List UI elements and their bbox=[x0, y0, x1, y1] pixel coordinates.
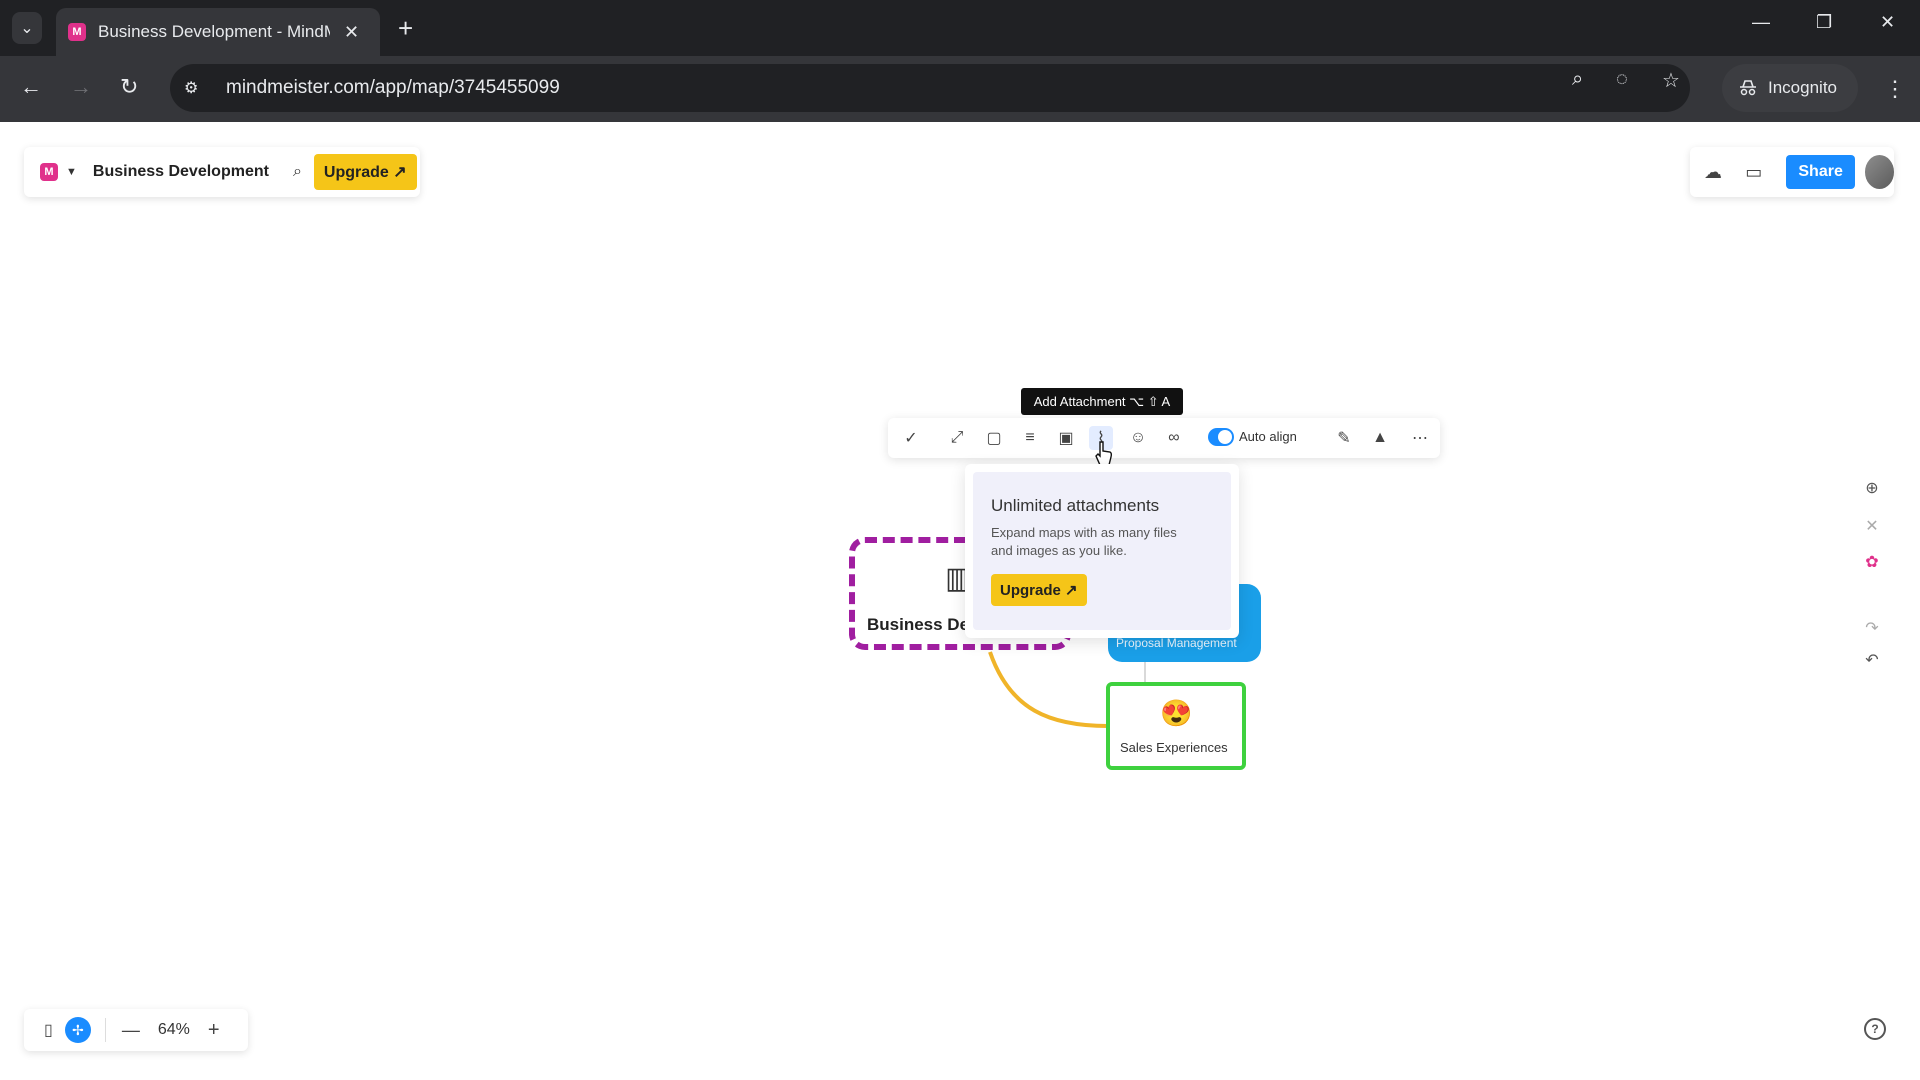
task-check-icon[interactable]: ✓ bbox=[899, 426, 923, 450]
mindmap-view-icon[interactable]: ✢ bbox=[64, 1017, 91, 1043]
sales-experiences-label: Sales Experiences bbox=[1120, 740, 1228, 755]
divider bbox=[104, 1018, 106, 1042]
theme-colors-icon[interactable]: ✿ bbox=[1862, 552, 1882, 572]
sales-experiences-node[interactable]: 😍 Sales Experiences bbox=[1106, 682, 1246, 770]
redo-icon[interactable]: ↷ bbox=[1862, 618, 1882, 638]
popover-description: Expand maps with as many files and image… bbox=[991, 525, 1177, 558]
add-attachment-tooltip: Add Attachment ⌥ ⇧ A bbox=[1021, 388, 1183, 415]
image-icon[interactable]: ▣ bbox=[1054, 426, 1078, 450]
node-toolbar: ✓ ⤢ ▢ ≡ ▣ ⌇ ☺ ∞ Auto align ✎ ▲ ⋯ bbox=[888, 418, 1440, 458]
comment-icon[interactable]: ▢ bbox=[982, 426, 1006, 450]
fit-screen-icon[interactable]: ✕ bbox=[1862, 516, 1882, 536]
heart-eyes-emoji-icon: 😍 bbox=[1160, 698, 1193, 728]
unlimited-attachments-popover: Unlimited attachments Expand maps with a… bbox=[965, 464, 1239, 638]
connect-icon[interactable]: ⤢ bbox=[945, 426, 969, 450]
auto-align-label: Auto align bbox=[1239, 429, 1297, 444]
zoom-level[interactable]: 64% bbox=[158, 1021, 190, 1039]
emoji-icon[interactable]: ☺ bbox=[1126, 426, 1150, 450]
undo-icon[interactable]: ↶ bbox=[1862, 650, 1882, 670]
zoom-out-icon[interactable]: — bbox=[122, 1020, 140, 1041]
view-zoom-bar: ▯ ✢ — 64% + bbox=[24, 1009, 248, 1051]
zoom-in-icon[interactable]: + bbox=[208, 1019, 220, 1042]
popover-upgrade-button[interactable]: Upgrade ↗ bbox=[991, 574, 1087, 606]
proposal-management-label: Proposal Management bbox=[1116, 636, 1237, 650]
auto-align-toggle[interactable] bbox=[1208, 428, 1234, 446]
root-node-label: Business De bbox=[867, 615, 970, 634]
more-icon[interactable]: ⋯ bbox=[1408, 426, 1432, 450]
popover-title: Unlimited attachments bbox=[991, 496, 1160, 515]
style-paint-icon[interactable]: ✎ bbox=[1332, 426, 1356, 450]
outline-view-icon[interactable]: ▯ bbox=[44, 1020, 53, 1040]
right-side-panel: ⊕ ✕ ✿ ↷ ↶ bbox=[1852, 478, 1892, 686]
link-icon[interactable]: ∞ bbox=[1162, 426, 1186, 450]
shape-icon[interactable]: ▲ bbox=[1368, 426, 1392, 450]
help-icon[interactable]: ? bbox=[1864, 1018, 1886, 1040]
connector-root-to-sales bbox=[988, 651, 1109, 728]
add-icon[interactable]: ⊕ bbox=[1862, 478, 1882, 498]
popover-content: Unlimited attachments Expand maps with a… bbox=[973, 472, 1231, 630]
notes-icon[interactable]: ≡ bbox=[1018, 426, 1042, 450]
